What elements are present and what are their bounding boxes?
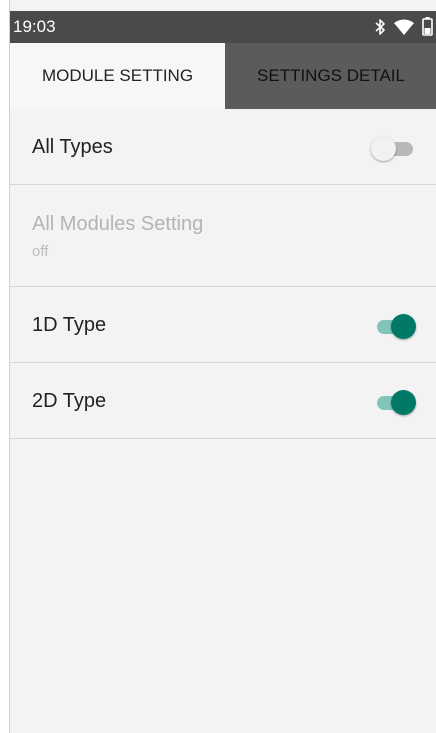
setting-all-types[interactable]: All Types bbox=[10, 109, 436, 185]
switch-thumb bbox=[391, 314, 416, 339]
tab-module-setting[interactable]: MODULE SETTING bbox=[10, 43, 225, 109]
status-icons bbox=[374, 17, 433, 36]
setting-title: 1D Type bbox=[32, 314, 107, 336]
tab-bar: MODULE SETTING SETTINGS DETAIL bbox=[10, 43, 436, 109]
status-bar: 19:03 bbox=[10, 11, 436, 43]
setting-title: All Modules Setting bbox=[32, 213, 204, 235]
setting-1d-type[interactable]: 1D Type bbox=[10, 287, 436, 363]
status-time: 19:03 bbox=[13, 17, 56, 36]
wifi-icon bbox=[394, 19, 414, 35]
all-types-switch[interactable] bbox=[371, 135, 417, 161]
switch-thumb bbox=[391, 390, 416, 415]
switch-thumb bbox=[371, 136, 396, 161]
setting-title: All Types bbox=[32, 136, 113, 158]
app-screen: 19:03 MODULE SETTING SETTINGS DETAIL All… bbox=[9, 0, 436, 733]
battery-icon bbox=[422, 17, 433, 36]
setting-title: 2D Type bbox=[32, 390, 107, 412]
bluetooth-icon bbox=[374, 18, 386, 36]
tab-settings-detail[interactable]: SETTINGS DETAIL bbox=[225, 43, 436, 109]
settings-list: All Types All Modules Setting off 1D Typ… bbox=[10, 109, 436, 439]
2d-type-switch[interactable] bbox=[371, 389, 417, 415]
setting-all-modules[interactable]: All Modules Setting off bbox=[10, 185, 436, 287]
setting-subtitle: off bbox=[32, 243, 49, 260]
setting-2d-type[interactable]: 2D Type bbox=[10, 363, 436, 439]
1d-type-switch[interactable] bbox=[371, 313, 417, 339]
